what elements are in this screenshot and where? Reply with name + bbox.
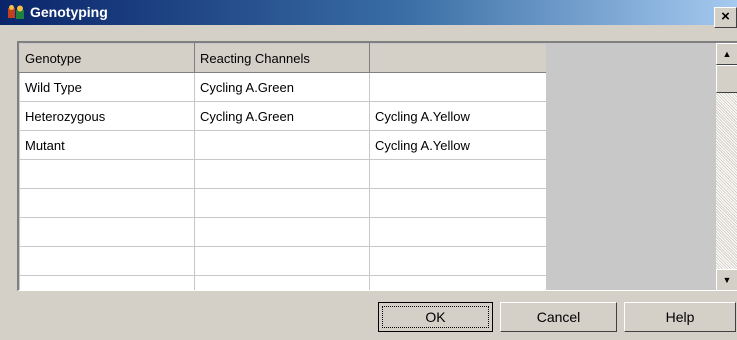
cancel-button-label: Cancel [536,309,581,325]
genotyping-dialog: Genotyping × Genotype Reacting Channels … [0,0,737,340]
window-title: Genotyping [30,4,108,20]
scroll-down-button[interactable]: ▼ [716,269,737,290]
scroll-thumb[interactable] [716,65,737,93]
table-row [19,246,547,276]
table-row [19,275,547,290]
channel-cell[interactable] [194,188,370,218]
channel-cell[interactable] [194,217,370,247]
genotype-cell[interactable] [19,159,195,189]
table-row [19,188,547,218]
close-icon: × [721,8,730,25]
genotyping-app-icon [8,5,24,19]
channel-cell[interactable] [369,246,547,276]
channel-cell[interactable]: Cycling A.Yellow [369,130,547,160]
genotype-grid[interactable]: Genotype Reacting Channels Wild Type Cyc… [17,41,737,291]
channel-cell[interactable] [194,130,370,160]
channel-cell[interactable] [369,275,547,290]
genotype-cell[interactable]: Wild Type [19,72,195,102]
channel-cell[interactable]: Cycling A.Green [194,72,370,102]
scroll-up-button[interactable]: ▲ [716,43,737,65]
channel-cell[interactable] [369,72,547,102]
help-button[interactable]: Help [624,302,736,332]
genotype-cell[interactable] [19,217,195,247]
column-header-channel-2[interactable] [369,43,547,73]
channel-cell[interactable] [369,217,547,247]
column-header-reacting-channels[interactable]: Reacting Channels [194,43,370,73]
channel-cell[interactable] [369,188,547,218]
genotype-cell[interactable]: Heterozygous [19,101,195,131]
table-row [19,217,547,247]
table-row: Mutant Cycling A.Yellow [19,130,547,160]
cancel-button[interactable]: Cancel [500,302,617,332]
table-row: Wild Type Cycling A.Green [19,72,547,102]
title-bar[interactable]: Genotyping × [0,0,737,28]
channel-cell[interactable] [194,275,370,290]
ok-button[interactable]: OK [378,302,493,332]
table-row: Heterozygous Cycling A.Green Cycling A.Y… [19,101,547,131]
ok-button-label: OK [382,306,489,328]
channel-cell[interactable] [194,246,370,276]
genotype-cell[interactable] [19,188,195,218]
grid-empty-area [546,43,716,290]
genotype-cell[interactable]: Mutant [19,130,195,160]
channel-cell[interactable] [194,159,370,189]
channel-cell[interactable] [369,159,547,189]
vertical-scrollbar[interactable]: ▲ ▼ [716,43,737,290]
genotype-table: Genotype Reacting Channels Wild Type Cyc… [19,43,547,290]
channel-cell[interactable]: Cycling A.Yellow [369,101,547,131]
genotype-cell[interactable] [19,246,195,276]
column-header-genotype[interactable]: Genotype [19,43,195,73]
genotype-cell[interactable] [19,275,195,290]
table-row [19,159,547,189]
channel-cell[interactable]: Cycling A.Green [194,101,370,131]
arrow-up-icon: ▲ [722,49,732,59]
close-button[interactable]: × [714,7,737,28]
arrow-down-icon: ▼ [722,275,732,285]
help-button-label: Help [665,309,695,325]
header-row: Genotype Reacting Channels [19,43,547,73]
